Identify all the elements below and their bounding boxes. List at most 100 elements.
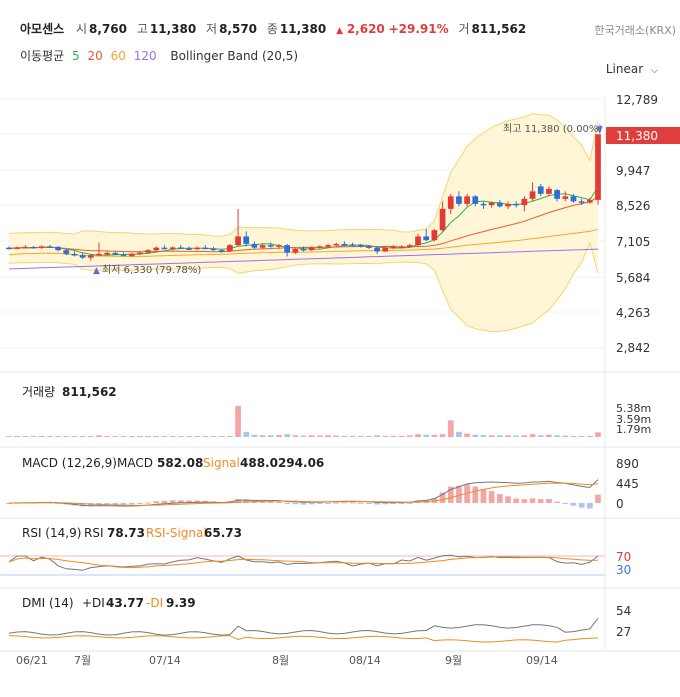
candle-body <box>357 245 364 247</box>
volume-bar <box>316 435 323 437</box>
rsi-signal-label: RSI-Signal <box>146 526 207 540</box>
volume-bar <box>472 434 479 437</box>
volume-bar <box>464 433 470 437</box>
dmi-tick-27: 27 <box>616 625 631 639</box>
volume-bar <box>145 436 151 437</box>
volume-bar <box>137 436 143 437</box>
candle-body <box>308 247 315 251</box>
volume-bar <box>186 436 192 437</box>
volume-bar <box>333 435 340 437</box>
macd-value: 582.08 <box>157 456 203 470</box>
candle-body <box>104 252 111 255</box>
rsi-label: RSI <box>84 526 104 540</box>
macd-histogram-bar <box>570 503 577 506</box>
x-tick-sep: 9월 <box>445 654 462 667</box>
macd-histogram-bar <box>276 501 282 503</box>
candle-body <box>267 245 274 247</box>
candle-body <box>47 246 53 248</box>
volume-bar <box>30 436 37 437</box>
volume-bar <box>14 436 21 437</box>
macd-histogram-bar <box>382 503 389 505</box>
candle-body <box>472 196 479 204</box>
macd-histogram-bar <box>169 500 176 503</box>
volume-bar <box>120 436 127 437</box>
macd-signal-label: Signal <box>203 456 240 470</box>
candle-body <box>169 247 176 249</box>
volume-bar <box>104 436 111 437</box>
volume-bar <box>63 436 70 437</box>
macd-histogram-bar <box>333 502 340 504</box>
candle-body <box>374 247 380 252</box>
candle-body <box>406 245 413 247</box>
candle-body <box>398 246 405 248</box>
volume-bar <box>439 434 446 437</box>
price-tick-4263: 4,263 <box>616 306 650 320</box>
macd-histogram-bar <box>529 498 536 503</box>
candle-body <box>161 247 168 250</box>
volume-bar <box>496 435 503 437</box>
volume-bar <box>390 435 397 437</box>
volume-bar <box>406 435 413 437</box>
candle-body <box>6 247 12 250</box>
candle-body <box>30 246 37 249</box>
volume-bar <box>227 436 233 437</box>
price-tick-11380: 11,380 <box>616 129 658 143</box>
macd-histogram-bar <box>480 489 487 503</box>
candle-body <box>464 196 470 204</box>
macd-histogram-bar <box>300 503 307 505</box>
volume-bar <box>570 435 577 437</box>
volume-bar <box>415 434 421 437</box>
rsi-tick-30: 30 <box>616 563 631 577</box>
macd-histogram-bar <box>316 503 323 504</box>
volume-bar <box>595 432 601 437</box>
macd-histogram-bar <box>349 502 356 504</box>
candle-body <box>186 248 192 250</box>
stock-chart[interactable]: 12,789 11,380 9,947 8,526 7,105 5,684 4,… <box>0 0 680 697</box>
macd-histogram-bar <box>586 503 593 509</box>
volume-bar <box>562 435 569 437</box>
candle-body <box>235 236 241 246</box>
volume-bar <box>300 435 307 437</box>
volume-bar <box>546 434 552 437</box>
low-marker-icon: ▲ <box>93 266 100 276</box>
candle-body <box>71 253 78 256</box>
volume-bar <box>480 434 487 437</box>
candle-body <box>243 236 250 244</box>
candle-body <box>79 255 86 258</box>
candle-body <box>382 247 389 252</box>
candle-body <box>87 255 94 258</box>
volume-bar <box>251 434 258 437</box>
dmi-tick-54: 54 <box>616 604 631 618</box>
candle-body <box>112 252 119 255</box>
candle-body <box>554 190 560 199</box>
volume-bar <box>153 436 160 437</box>
candle-body <box>586 200 593 203</box>
price-tick-5684: 5,684 <box>616 271 650 285</box>
low-annotation: 최저 6,330 (79.78%) <box>102 264 201 276</box>
volume-bar <box>431 434 438 437</box>
volume-bar <box>357 435 364 437</box>
price-tick-12789: 12,789 <box>616 93 658 107</box>
volume-bar <box>259 435 266 437</box>
macd-histogram-bar <box>562 503 569 504</box>
volume-bar <box>366 435 372 437</box>
macd-histogram-bar <box>366 503 372 504</box>
x-tick-jul: 7월 <box>74 654 91 667</box>
volume-tick-3: 1.79m <box>616 423 651 436</box>
candle-body <box>505 203 511 207</box>
macd-histogram-bar <box>521 499 528 503</box>
macd-histogram-bar <box>472 486 479 503</box>
rsi-signal-value: 65.73 <box>204 526 242 540</box>
candle-body <box>496 202 503 207</box>
dmi-panel-label: DMI (14) <box>22 596 74 610</box>
volume-bar <box>374 435 380 437</box>
volume-bar <box>456 431 462 437</box>
candle-body <box>153 247 160 251</box>
volume-bar <box>447 420 454 437</box>
rsi-value: 78.73 <box>107 526 145 540</box>
candle-body <box>333 243 340 246</box>
volume-bar <box>6 436 12 437</box>
x-tick-0621: 06/21 <box>16 654 48 667</box>
candle-body <box>22 246 29 249</box>
macd-panel-label: MACD (12,26,9) <box>22 456 117 470</box>
